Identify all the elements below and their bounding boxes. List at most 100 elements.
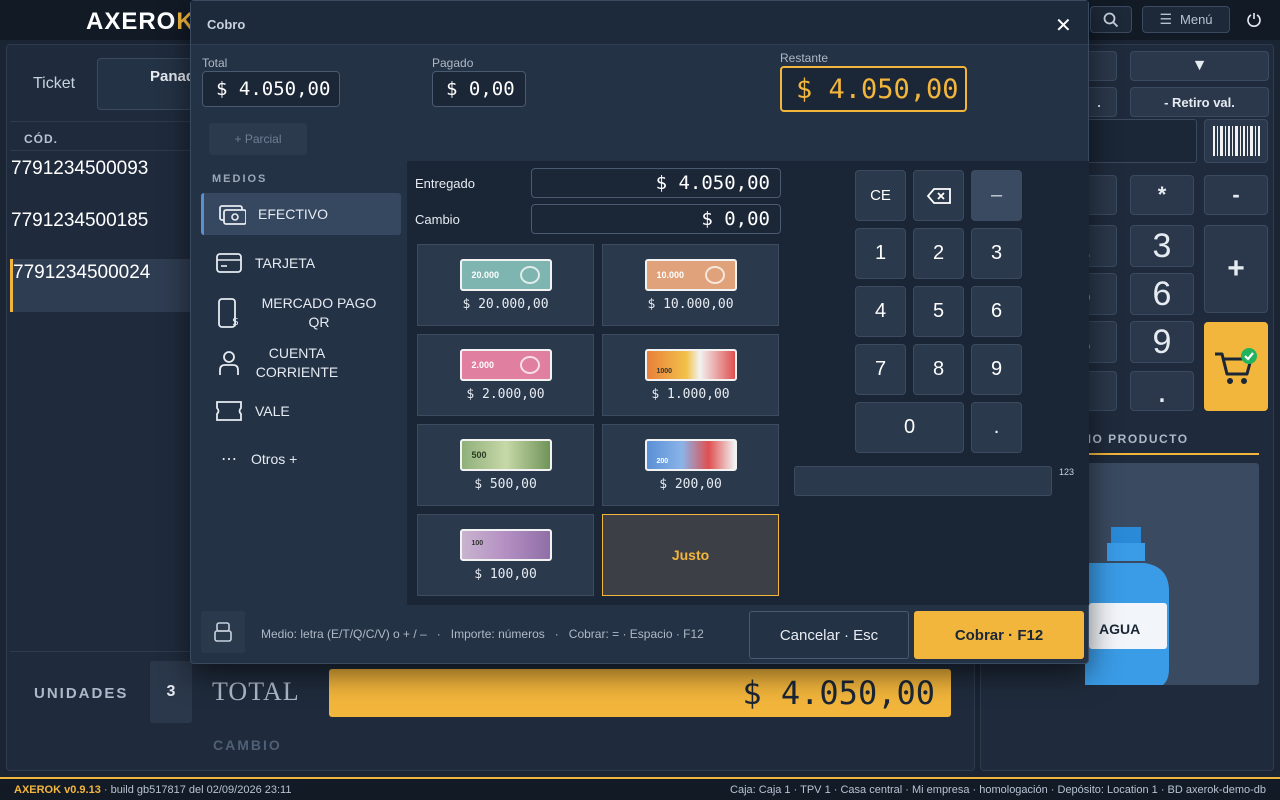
medio-cuenta-corriente[interactable]: CUENTA CORRIENTE [201,341,401,385]
tab-ticket[interactable]: Ticket [33,75,75,93]
table-row-selected[interactable]: 7791234500024 [10,259,200,312]
bill-500-button[interactable]: 500 $ 500,00 [417,424,594,506]
product-name: AGUA [1099,621,1141,637]
numpad-key-4[interactable]: 4 [855,286,906,337]
total-value: $ 4.050,00 [329,669,951,717]
close-icon[interactable]: ✕ [1055,13,1072,38]
minus-key[interactable]: – [971,170,1022,221]
bill-100-button[interactable]: 100 $ 100,00 [417,514,594,596]
cart-check-icon [1215,347,1257,384]
entregado-input[interactable]: $ 4.050,00 [531,168,781,198]
bill-1000-image: 1000 [644,348,737,381]
person-icon [215,349,243,377]
numpad-key[interactable]: . [1130,371,1194,411]
table-row[interactable]: 7791234500185 [11,210,148,232]
numpad-key[interactable]: 3 [1130,225,1194,267]
total-label: TOTAL [212,677,300,706]
medio-efectivo[interactable]: EFECTIVO [201,193,401,235]
bill-20000-image: 20.000 [459,258,552,291]
cobrar-button[interactable]: Cobrar · F12 [914,611,1084,659]
cobro-modal: Cobro ✕ Total $ 4.050,00 Pagado $ 0,00 R… [190,0,1089,664]
medios-title: MEDIOS [212,173,268,185]
numpad-key-0[interactable]: 0 [855,402,964,453]
dropdown-button[interactable]: ▼ [1130,51,1269,81]
pagado-amount: $ 0,00 [432,71,526,107]
bill-2000-button[interactable]: 2.000 $ 2.000,00 [417,334,594,416]
units-value: 3 [150,661,192,723]
numpad-key[interactable]: - [1204,175,1268,215]
numpad-key[interactable]: * [1130,175,1194,215]
units-label: UNIDADES [34,685,129,702]
medio-tarjeta[interactable]: TARJETA [201,243,401,283]
cambio-label: Cambio [415,212,460,227]
status-bar: AXEROK v0.9.13 · build gb517817 del 02/0… [0,777,1280,800]
plus-key[interactable]: + [1204,225,1268,313]
entregado-label: Entregado [415,176,475,191]
bill-200-button[interactable]: 200 $ 200,00 [602,424,779,506]
numpad-key-9[interactable]: 9 [971,344,1022,395]
checkout-cart-button[interactable] [1204,322,1268,411]
keypad-display-input[interactable] [794,466,1052,496]
modal-title: Cobro [207,17,246,32]
app-logo: AXEROK [86,8,195,35]
numpad-key[interactable]: 6 [1130,273,1194,315]
cancel-button[interactable]: Cancelar · Esc [749,611,909,659]
justo-button[interactable]: Justo [602,514,779,596]
cambio-value: $ 0,00 [531,204,781,234]
cash-drawer-icon [214,622,232,642]
medio-otros[interactable]: ⋯ Otros + [201,441,401,477]
menu-button[interactable]: ☰ Menú [1142,6,1230,33]
numpad-key[interactable]: 9 [1130,321,1194,363]
restante-amount: $ 4.050,00 [780,66,967,112]
drawer-button[interactable] [201,611,245,653]
water-bottle-icon [1085,527,1169,689]
numpad-key-3[interactable]: 3 [971,228,1022,279]
numpad-key-1[interactable]: 1 [855,228,906,279]
numpad-key-6[interactable]: 6 [971,286,1022,337]
bill-20000-button[interactable]: 20.000 $ 20.000,00 [417,244,594,326]
ce-key[interactable]: CE [855,170,906,221]
search-button[interactable] [1090,6,1132,33]
payment-area: Entregado $ 4.050,00 Cambio $ 0,00 20.00… [407,161,1089,605]
backspace-icon [926,187,951,204]
numpad-key-8[interactable]: 8 [913,344,964,395]
triangle-down-icon: ▼ [1191,57,1208,74]
medio-mercado-pago[interactable]: $ MERCADO PAGO QR [201,291,401,335]
bill-500-image: 500 [459,438,552,471]
product-image: AGUA [1085,463,1259,689]
table-row[interactable]: 7791234500093 [11,158,148,180]
power-button[interactable] [1246,11,1262,32]
bill-1000-button[interactable]: 1000 $ 1.000,00 [602,334,779,416]
session-info: Caja: Caja 1 · TPV 1 · Casa central · Mi… [730,783,1266,796]
barcode-button[interactable] [1204,119,1268,163]
search-icon [1103,12,1119,27]
medio-vale[interactable]: VALE [201,391,401,431]
card-icon [215,249,243,277]
numpad-key-7[interactable]: 7 [855,344,906,395]
phone-pay-icon: $ [215,298,243,328]
numpad-key-5[interactable]: 5 [913,286,964,337]
numpad-key-2[interactable]: 2 [913,228,964,279]
more-dots-icon: ⋯ [221,451,237,468]
bill-200-image: 200 [644,438,737,471]
power-icon [1247,13,1261,27]
bill-10000-image: 10.000 [644,258,737,291]
cambio-label: CAMBIO [213,737,282,753]
barcode-icon [1213,126,1260,156]
hamburger-icon: ☰ [1159,11,1173,27]
bill-2000-image: 2.000 [459,348,552,381]
total-amount: $ 4.050,00 [202,71,340,107]
retiro-button[interactable]: - Retiro val. [1130,87,1269,117]
total-label: Total [202,56,228,70]
bill-10000-button[interactable]: 10.000 $ 10.000,00 [602,244,779,326]
parcial-button[interactable]: + Parcial [209,123,307,155]
svg-text:$: $ [232,315,239,328]
ticket-icon [215,397,243,425]
numpad-key-dot[interactable]: . [971,402,1022,453]
barcode-input[interactable] [1081,119,1197,163]
restante-label: Restante [780,51,829,65]
product-header: MO PRODUCTO [1081,432,1189,446]
backspace-key[interactable] [913,170,964,221]
column-code-header: CÓD. [24,132,58,146]
keyboard-help: Medio: letra (E/T/Q/C/V) o + / – · Impor… [261,627,704,641]
